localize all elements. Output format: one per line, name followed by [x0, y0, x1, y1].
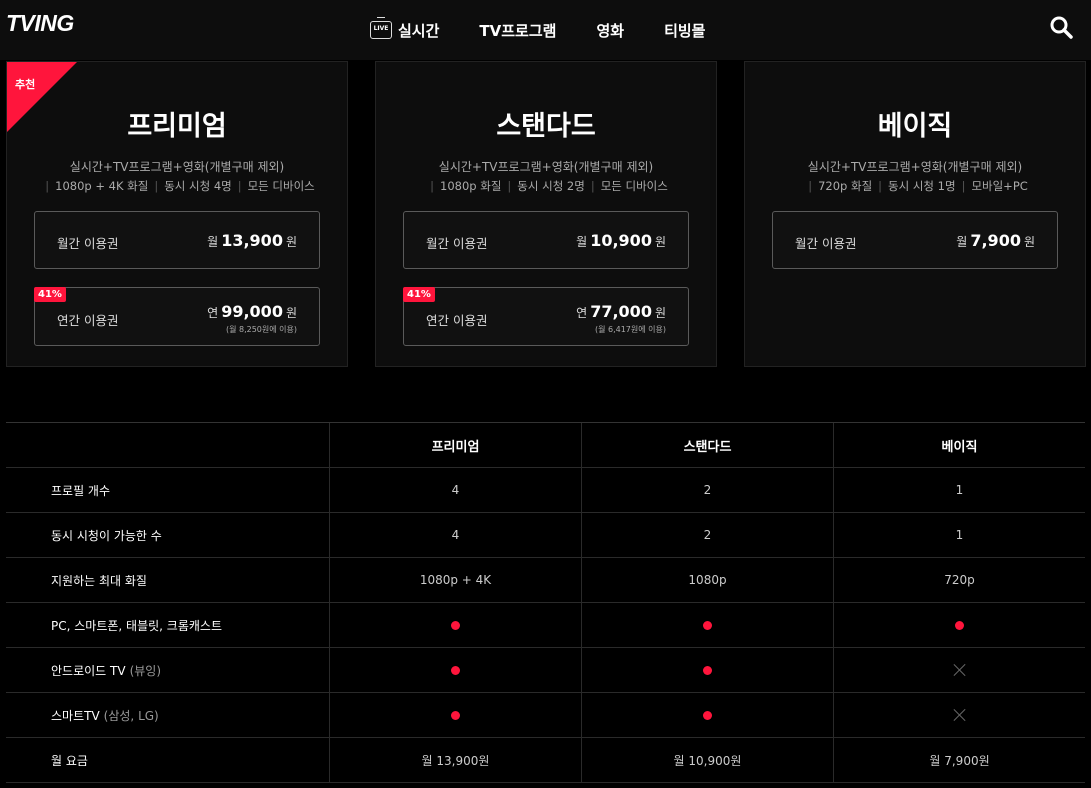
unsupported-x-icon — [954, 709, 966, 721]
row-value: 월 13,900원 — [329, 738, 581, 782]
row-label: 지원하는 최대 화질 — [51, 573, 147, 588]
table-row: PC, 스마트폰, 태블릿, 크롬캐스트 — [6, 603, 1085, 648]
unsupported-x-icon — [954, 664, 966, 676]
table-row: 안드로이드 TV (뷰잉) — [6, 648, 1085, 693]
feature-devices: 모든 디바이스 — [247, 179, 315, 193]
row-value: 1080p — [581, 558, 833, 602]
row-value: 4 — [329, 513, 581, 557]
row-value: 2 — [581, 513, 833, 557]
monthly-pass-option[interactable]: 월간 이용권 월 13,900 원 — [34, 211, 320, 269]
row-label: PC, 스마트폰, 태블릿, 크롬캐스트 — [51, 618, 222, 633]
tving-logo[interactable]: TVING — [6, 10, 74, 37]
plan-card-standard: 스탠다드 실시간+TV프로그램+영화(개별구매 제외) | 1080p 화질 | 동시… — [375, 61, 717, 367]
nav-item-label: 실시간 — [398, 21, 440, 40]
table-header-premium: 프리미엄 — [329, 423, 581, 467]
plan-features: | 1080p + 4K 화질 | 동시 시청 4명 | 모든 디바이스 — [45, 179, 315, 193]
supported-dot-icon — [703, 665, 712, 675]
live-tv-icon: LIVE — [370, 17, 392, 39]
pass-price: 월 10,900 원 — [576, 231, 666, 250]
yearly-pass-option[interactable]: 41% 연간 이용권 연 99,000 원 (월 8,250원에 이용) — [34, 287, 320, 346]
nav-item-movie[interactable]: 영화 — [596, 20, 624, 41]
supported-dot-icon — [703, 710, 712, 720]
row-label: 안드로이드 TV (뷰잉) — [51, 663, 162, 678]
row-value: 1 — [833, 513, 1085, 557]
plan-comparison-table: 프리미엄 스탠다드 베이직 프로필 개수 4 2 1 동시 시청이 가능한 수 … — [6, 422, 1085, 783]
table-header-standard: 스탠다드 — [581, 423, 833, 467]
plan-description: 실시간+TV프로그램+영화(개별구매 제외) — [807, 160, 1023, 174]
plan-name: 프리미엄 — [127, 111, 227, 142]
table-row: 스마트TV (삼성, LG) — [6, 693, 1085, 738]
main-nav: LIVE 실시간 TV프로그램 영화 티빙몰 — [370, 0, 745, 60]
row-value: 1080p + 4K — [329, 558, 581, 602]
row-value: 월 10,900원 — [581, 738, 833, 782]
discount-badge: 41% — [34, 287, 66, 302]
nav-item-tv-program[interactable]: TV프로그램 — [479, 20, 556, 41]
feature-quality: 720p 화질 — [818, 179, 873, 193]
row-value: 720p — [833, 558, 1085, 602]
pass-label: 연간 이용권 — [426, 313, 488, 328]
plan-features: | 1080p 화질 | 동시 시청 2명 | 모든 디바이스 — [430, 179, 668, 193]
yearly-pass-option[interactable]: 41% 연간 이용권 연 77,000 원 (월 6,417원에 이용) — [403, 287, 689, 346]
nav-item-live[interactable]: LIVE 실시간 — [370, 17, 440, 41]
monthly-equivalent: (월 6,417원에 이용) — [594, 325, 666, 334]
pass-label: 월간 이용권 — [57, 236, 119, 251]
supported-dot-icon — [451, 665, 460, 675]
plan-name: 스탠다드 — [496, 111, 596, 142]
pass-label: 연간 이용권 — [57, 313, 119, 328]
plan-description: 실시간+TV프로그램+영화(개별구매 제외) — [438, 160, 654, 174]
supported-dot-icon — [703, 620, 712, 630]
monthly-pass-option[interactable]: 월간 이용권 월 7,900 원 — [772, 211, 1058, 269]
table-header-basic: 베이직 — [833, 423, 1085, 467]
supported-dot-icon — [451, 620, 460, 630]
pass-price: 연 77,000 원 — [576, 302, 666, 321]
discount-badge: 41% — [403, 287, 435, 302]
feature-devices: 모든 디바이스 — [600, 179, 668, 193]
table-row: 동시 시청이 가능한 수 4 2 1 — [6, 513, 1085, 558]
plan-name: 베이직 — [877, 111, 953, 142]
search-icon[interactable] — [1049, 15, 1073, 39]
plan-card-premium: 추천 프리미엄 실시간+TV프로그램+영화(개별구매 제외) | 1080p + … — [6, 61, 348, 367]
table-header-row: 프리미엄 스탠다드 베이직 — [6, 423, 1085, 468]
row-value: 월 7,900원 — [833, 738, 1085, 782]
nav-item-tving-mall[interactable]: 티빙몰 — [664, 20, 705, 41]
pass-label: 월간 이용권 — [426, 236, 488, 251]
supported-dot-icon — [955, 620, 964, 630]
feature-quality: 1080p 화질 — [440, 179, 502, 193]
row-label: 월 요금 — [51, 753, 88, 768]
pass-label: 월간 이용권 — [795, 236, 857, 251]
plan-card-basic: 베이직 실시간+TV프로그램+영화(개별구매 제외) | 720p 화질 | 동시 시… — [744, 61, 1086, 367]
plan-features: | 720p 화질 | 동시 시청 1명 | 모바일+PC — [808, 179, 1028, 193]
supported-dot-icon — [451, 710, 460, 720]
table-row: 프로필 개수 4 2 1 — [6, 468, 1085, 513]
row-label: 동시 시청이 가능한 수 — [51, 528, 162, 543]
row-value: 4 — [329, 468, 581, 512]
feature-streams: 동시 시청 4명 — [164, 179, 232, 193]
feature-quality: 1080p + 4K 화질 — [55, 179, 149, 193]
monthly-pass-option[interactable]: 월간 이용권 월 10,900 원 — [403, 211, 689, 269]
pass-price: 월 7,900 원 — [956, 231, 1035, 250]
table-row: 월 요금 월 13,900원 월 10,900원 월 7,900원 — [6, 738, 1085, 783]
row-value: 1 — [833, 468, 1085, 512]
pass-price: 월 13,900 원 — [207, 231, 297, 250]
row-label: 프로필 개수 — [51, 483, 111, 498]
monthly-equivalent: (월 8,250원에 이용) — [225, 325, 297, 334]
recommend-label: 추천 — [15, 78, 36, 91]
row-label: 스마트TV (삼성, LG) — [51, 708, 159, 723]
table-row: 지원하는 최대 화질 1080p + 4K 1080p 720p — [6, 558, 1085, 603]
pass-price: 연 99,000 원 — [207, 302, 297, 321]
table-header-blank — [6, 423, 329, 467]
row-value: 2 — [581, 468, 833, 512]
feature-streams: 동시 시청 2명 — [517, 179, 585, 193]
plan-description: 실시간+TV프로그램+영화(개별구매 제외) — [69, 160, 285, 174]
feature-streams: 동시 시청 1명 — [888, 179, 956, 193]
feature-devices: 모바일+PC — [971, 179, 1028, 193]
top-header: TVING LIVE 실시간 TV프로그램 영화 티빙몰 — [0, 0, 1091, 60]
